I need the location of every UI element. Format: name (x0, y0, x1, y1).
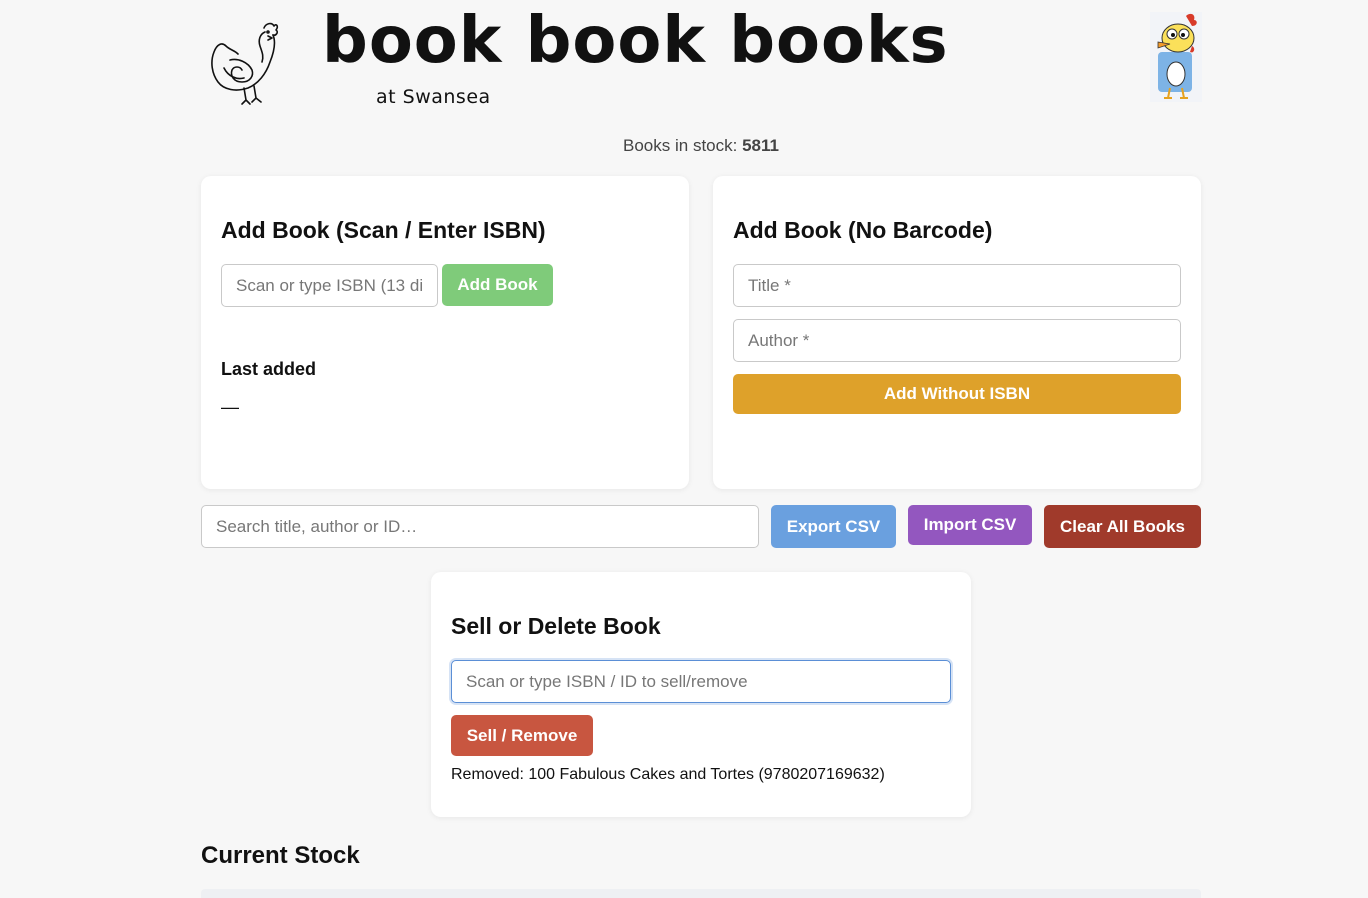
brand-subtitle: at Swansea (376, 86, 491, 108)
export-csv-button[interactable]: Export CSV (771, 505, 896, 548)
import-csv-button[interactable]: Import CSV (908, 505, 1032, 545)
title-input[interactable] (733, 264, 1181, 307)
stock-table-header (201, 889, 1201, 898)
sell-status-message: Removed: 100 Fabulous Cakes and Tortes (… (451, 766, 885, 783)
isbn-input[interactable] (221, 264, 438, 307)
sell-title: Sell or Delete Book (451, 613, 661, 639)
current-stock-title: Current Stock (201, 842, 360, 869)
hen-icon (208, 20, 280, 108)
last-added-label: Last added (221, 359, 317, 379)
add-isbn-card: Add Book (Scan / Enter ISBN) Add Book La… (201, 176, 689, 489)
add-no-barcode-title: Add Book (No Barcode) (733, 217, 993, 243)
author-input[interactable] (733, 319, 1181, 362)
sell-input[interactable] (451, 660, 951, 703)
brand-title: book book books (322, 4, 949, 78)
sell-remove-button[interactable]: Sell / Remove (451, 715, 593, 756)
clear-all-books-button[interactable]: Clear All Books (1044, 505, 1201, 548)
stock-count: Books in stock: 5811 (0, 136, 1368, 156)
stock-count-value: 5811 (742, 136, 779, 155)
page: book book books at Swansea Books in stoc… (0, 0, 1368, 898)
sell-card: Sell or Delete Book Sell / Remove Remove… (431, 572, 971, 817)
stock-count-label: Books in stock: (623, 136, 738, 155)
add-without-isbn-button[interactable]: Add Without ISBN (733, 374, 1181, 414)
last-added-value: — (221, 397, 239, 417)
add-book-button[interactable]: Add Book (442, 264, 553, 306)
add-isbn-title: Add Book (Scan / Enter ISBN) (221, 217, 546, 243)
chicken-mascot-icon (1150, 12, 1202, 102)
add-no-barcode-card: Add Book (No Barcode) Add Without ISBN (713, 176, 1201, 489)
search-input[interactable] (201, 505, 759, 548)
